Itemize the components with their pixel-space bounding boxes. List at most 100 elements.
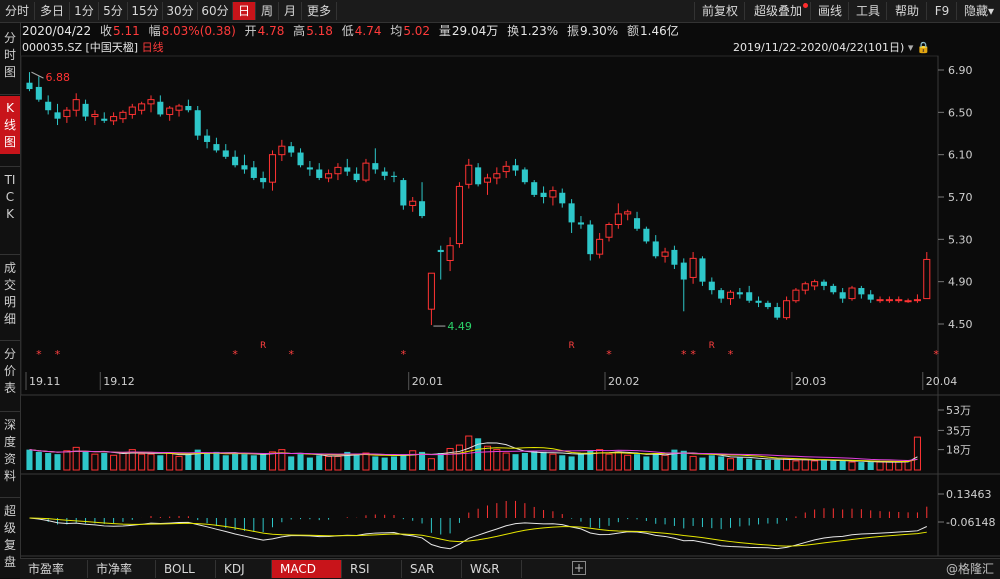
volume-bar (63, 450, 71, 471)
candle-body (306, 167, 313, 170)
candle-body (699, 258, 706, 282)
candle-body (830, 285, 837, 293)
candle-body (362, 162, 370, 181)
candle-body (278, 145, 286, 156)
volume-bar (483, 445, 492, 471)
volume-bar (643, 456, 650, 470)
candle-body (801, 283, 809, 291)
volume-bar (372, 456, 379, 470)
volume-bar (297, 454, 304, 470)
volume-bar (848, 461, 856, 471)
volume-bar (876, 461, 884, 471)
annotation-pointer (31, 71, 44, 79)
chart-area[interactable]: 6.90 6.50 6.10 5.70 5.30 4.90 4.50 19.11 19.12 20… (0, 0, 1000, 578)
volume-bar (204, 453, 211, 470)
candle-body (119, 111, 127, 120)
price-tick-label: 5.30 (948, 233, 973, 246)
candle-body (521, 169, 528, 183)
candle-body (540, 192, 547, 197)
indicator-tab[interactable]: SAR (402, 560, 462, 578)
indicator-tab[interactable]: 市净率 (88, 560, 156, 578)
candle-body (241, 165, 248, 170)
volume-bar (811, 460, 819, 471)
candle-body (671, 249, 678, 265)
max-price-label: 6.88 (45, 71, 70, 84)
candle-body (45, 101, 52, 111)
candle-body (876, 299, 884, 302)
indicator-tab[interactable]: 市盈率 (20, 560, 88, 578)
candle-body (605, 224, 613, 238)
volume-bar (138, 453, 146, 471)
candle-body (372, 163, 379, 170)
price-tick-label: 4.50 (948, 318, 973, 331)
candle-body (614, 213, 622, 226)
volume-bar (493, 449, 501, 471)
volume-bar (746, 458, 753, 470)
volume-bar (699, 457, 706, 470)
volume-bar (764, 459, 771, 470)
volume-bar (185, 454, 192, 470)
indicator-tab[interactable]: MACD (272, 560, 342, 578)
candle-body (419, 201, 426, 217)
candle-body (736, 292, 743, 295)
event-marker-star: * (232, 348, 238, 361)
volume-bar (82, 451, 89, 470)
candle-body (895, 299, 903, 302)
candle-body (652, 241, 659, 257)
volume-bar (222, 455, 229, 470)
candle-body (288, 146, 295, 153)
candle-body (54, 112, 61, 119)
dea-line (29, 517, 927, 547)
volume-bar (633, 454, 641, 470)
volume-bar (559, 455, 566, 470)
volume-bar (830, 460, 837, 470)
volume-bar (549, 453, 557, 471)
candle-body (204, 135, 211, 142)
indicator-tab[interactable]: W&R (462, 560, 522, 578)
candle-body (185, 105, 192, 111)
event-marker-star: * (401, 348, 407, 361)
candle-body (175, 105, 183, 111)
candle-body (746, 292, 753, 301)
indicator-tab[interactable]: RSI (342, 560, 402, 578)
event-marker-r: R (709, 341, 715, 351)
volume-bar (726, 458, 735, 471)
volume-bar (895, 461, 903, 471)
indicator-tab[interactable]: KDJ (216, 560, 272, 578)
candle-body (194, 110, 201, 136)
candle-body (568, 203, 575, 223)
candle-body (260, 177, 267, 183)
price-tick-label: 4.90 (948, 276, 973, 289)
volume-bar (241, 454, 248, 470)
volume-bar (774, 459, 781, 470)
candle-body (755, 300, 762, 303)
candle-body (325, 173, 333, 179)
volume-bar (110, 454, 118, 471)
candle-body (483, 177, 492, 183)
candle-body (91, 113, 99, 118)
candle-body (316, 169, 323, 178)
volume-bar (250, 455, 257, 470)
event-marker-r: R (568, 341, 574, 351)
event-marker-r: R (260, 341, 266, 351)
candle-body (708, 281, 715, 291)
candle-body (475, 167, 482, 185)
volume-bar (652, 453, 659, 470)
add-indicator-button[interactable] (572, 561, 586, 575)
volume-bar (35, 451, 42, 470)
indicator-tab[interactable]: BOLL (156, 560, 216, 578)
candle-body (577, 222, 584, 225)
candle-body (157, 101, 164, 115)
candle-body (680, 262, 687, 280)
candle-body (232, 156, 239, 166)
volume-bar (792, 460, 800, 471)
candle-body (138, 103, 146, 111)
candle-body (213, 144, 220, 151)
volume-bar (437, 453, 444, 470)
volume-bar (820, 459, 828, 470)
volume-bar (288, 456, 295, 470)
candle-body (72, 99, 80, 111)
candle-body (502, 165, 510, 173)
candle-body (783, 300, 791, 319)
volume-bar (54, 454, 61, 470)
